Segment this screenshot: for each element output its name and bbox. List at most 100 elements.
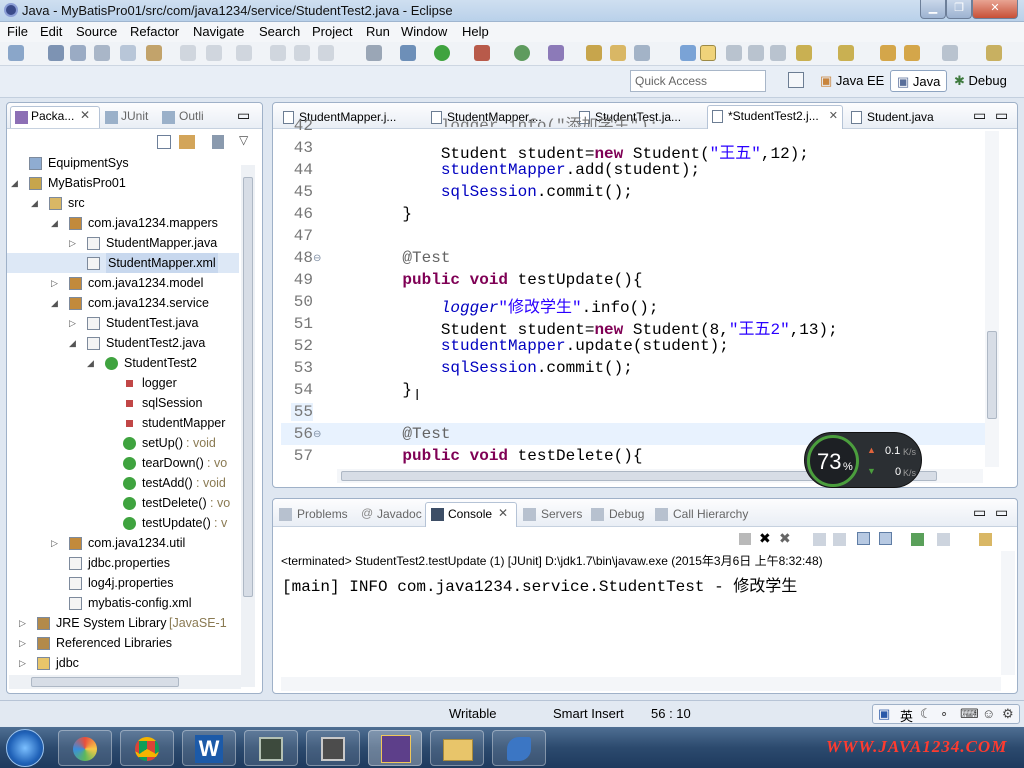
highlight-icon[interactable]	[700, 45, 716, 61]
breadcrumb-icon[interactable]	[726, 45, 742, 61]
save-all-icon[interactable]	[70, 45, 86, 61]
taskbar-dolphin[interactable]	[492, 730, 546, 766]
tree-item[interactable]: jdbc.properties	[7, 553, 239, 573]
tree-hscrollbar[interactable]	[9, 675, 241, 689]
code-line[interactable]: public void testUpdate(){	[364, 271, 642, 289]
tree-item[interactable]: EquipmentSys	[7, 153, 239, 173]
expanded-arrow-icon[interactable]: ◢	[51, 213, 58, 233]
prev-annotation-icon[interactable]	[838, 45, 854, 61]
scroll-lock-icon[interactable]	[833, 533, 846, 546]
tree-item[interactable]: mybatis-config.xml	[7, 593, 239, 613]
last-edit-icon[interactable]	[880, 45, 896, 61]
clear-console-icon[interactable]	[813, 533, 826, 546]
run-external-icon[interactable]	[474, 45, 490, 61]
tree-hscroll-thumb[interactable]	[31, 677, 179, 687]
new-class-icon[interactable]	[548, 45, 564, 61]
redo-icon[interactable]	[206, 45, 222, 61]
tab-debug[interactable]: Debug	[609, 507, 644, 521]
terminate-console-icon[interactable]	[739, 533, 751, 545]
taskbar-explorer[interactable]	[430, 730, 484, 766]
open-type-icon[interactable]	[586, 45, 602, 61]
editor-tab[interactable]: Student.java	[847, 107, 965, 129]
pin-console-icon[interactable]	[911, 533, 924, 546]
close-tab-icon[interactable]: ✕	[829, 109, 838, 122]
tree-item[interactable]: logger	[7, 373, 239, 393]
tree-item[interactable]: ◢ com.java1234.mappers	[7, 213, 239, 233]
collapsed-arrow-icon[interactable]: ▷	[19, 633, 26, 653]
tab-servers[interactable]: Servers	[541, 507, 582, 521]
taskbar-word[interactable]: W	[182, 730, 236, 766]
show-stderr-icon[interactable]	[879, 532, 892, 545]
minimize-button[interactable]: ▁	[920, 0, 946, 19]
tree-item[interactable]: ▷ com.java1234.util	[7, 533, 239, 553]
tree-item[interactable]: ▷ JRE System Library [JavaSE-1	[7, 613, 239, 633]
debug-icon[interactable]	[400, 45, 416, 61]
tree-item[interactable]: ◢ StudentTest2	[7, 353, 239, 373]
menu-help[interactable]: Help	[462, 24, 489, 39]
save-icon[interactable]	[48, 45, 64, 61]
collapsed-arrow-icon[interactable]: ▷	[19, 653, 26, 673]
tab-call-hierarchy[interactable]: Call Hierarchy	[673, 507, 748, 521]
close-button[interactable]: ✕	[972, 0, 1018, 19]
run-icon[interactable]	[434, 45, 450, 61]
code-line[interactable]: logger.info("添加学生");	[364, 111, 659, 127]
show-stdout-icon[interactable]	[857, 532, 870, 545]
tree-item[interactable]: ▷ Referenced Libraries	[7, 633, 239, 653]
tab-javadoc[interactable]: Javadoc	[377, 507, 422, 521]
view-menu-icon[interactable]	[212, 135, 224, 149]
collapsed-arrow-icon[interactable]: ▷	[69, 313, 76, 333]
open-console-icon[interactable]	[979, 533, 992, 546]
code-line[interactable]: }	[364, 381, 412, 399]
chevron-down-icon[interactable]: ▽	[239, 133, 248, 147]
search-icon[interactable]	[634, 45, 650, 61]
close-console-icon[interactable]: ✕	[498, 506, 508, 520]
console-hscrollbar[interactable]	[281, 677, 1001, 691]
code-line[interactable]: Student student=new Student("王五",12);	[364, 139, 809, 163]
collapsed-arrow-icon[interactable]: ▷	[69, 233, 76, 253]
quick-access-input[interactable]: Quick Access	[630, 70, 766, 92]
code-line[interactable]: Student student=new Student(8,"王五2",13);	[364, 315, 838, 339]
menu-project[interactable]: Project	[312, 24, 352, 39]
tree-vscroll-thumb[interactable]	[243, 177, 253, 597]
expanded-arrow-icon[interactable]: ◢	[87, 353, 94, 373]
ime-settings-icon[interactable]: ⚙	[1002, 706, 1014, 722]
tree-item[interactable]: ▷ StudentMapper.java	[7, 233, 239, 253]
tree-item[interactable]: testDelete(): vo	[7, 493, 239, 513]
perspective-java[interactable]: ▣ Java	[890, 70, 948, 92]
restore-button[interactable]: ❐	[946, 0, 972, 19]
menu-navigate[interactable]: Navigate	[193, 24, 244, 39]
toggle-block-icon[interactable]	[120, 45, 136, 61]
menu-window[interactable]: Window	[401, 24, 447, 39]
tree-item[interactable]: log4j.properties	[7, 573, 239, 593]
code-line[interactable]: sqlSession.commit();	[364, 183, 633, 201]
display-console-icon[interactable]	[937, 533, 950, 546]
expanded-arrow-icon[interactable]: ◢	[11, 173, 18, 193]
step-into-icon[interactable]	[270, 45, 286, 61]
perspective-javaee[interactable]: ▣ Java EE	[814, 70, 890, 92]
tree-item[interactable]: ▷ jdbc	[7, 653, 239, 673]
editor-tab[interactable]: *StudentTest2.j... ✕	[707, 105, 843, 129]
editor-vscroll-thumb[interactable]	[987, 331, 997, 419]
tree-item[interactable]: testAdd(): void	[7, 473, 239, 493]
expanded-arrow-icon[interactable]: ◢	[51, 293, 58, 313]
forward-icon[interactable]	[236, 45, 252, 61]
undo-icon[interactable]	[180, 45, 196, 61]
tab-junit[interactable]: JUnit	[121, 109, 148, 123]
collapsed-arrow-icon[interactable]: ▷	[19, 613, 26, 633]
new-java-icon[interactable]	[514, 45, 530, 61]
show-whitespace-icon[interactable]	[770, 45, 786, 61]
code-line[interactable]: public void testDelete(){	[364, 447, 642, 465]
open-perspective-icon[interactable]	[788, 72, 804, 88]
tree-item[interactable]: ◢ MyBatisPro01	[7, 173, 239, 193]
code-line[interactable]: studentMapper.update(student);	[364, 337, 729, 355]
menu-run[interactable]: Run	[366, 24, 390, 39]
code-line[interactable]: studentMapper.add(student);	[364, 161, 700, 179]
close-tab-icon[interactable]: ✕	[80, 108, 90, 122]
tree-item[interactable]: setUp(): void	[7, 433, 239, 453]
build-icon[interactable]	[146, 45, 162, 61]
code-line[interactable]: }	[364, 205, 412, 223]
editor-maximize-icon[interactable]: ▭	[995, 107, 1008, 124]
print-icon[interactable]	[94, 45, 110, 61]
skip-breakpoints-icon[interactable]	[366, 45, 382, 61]
taskbar-app5[interactable]	[306, 730, 360, 766]
